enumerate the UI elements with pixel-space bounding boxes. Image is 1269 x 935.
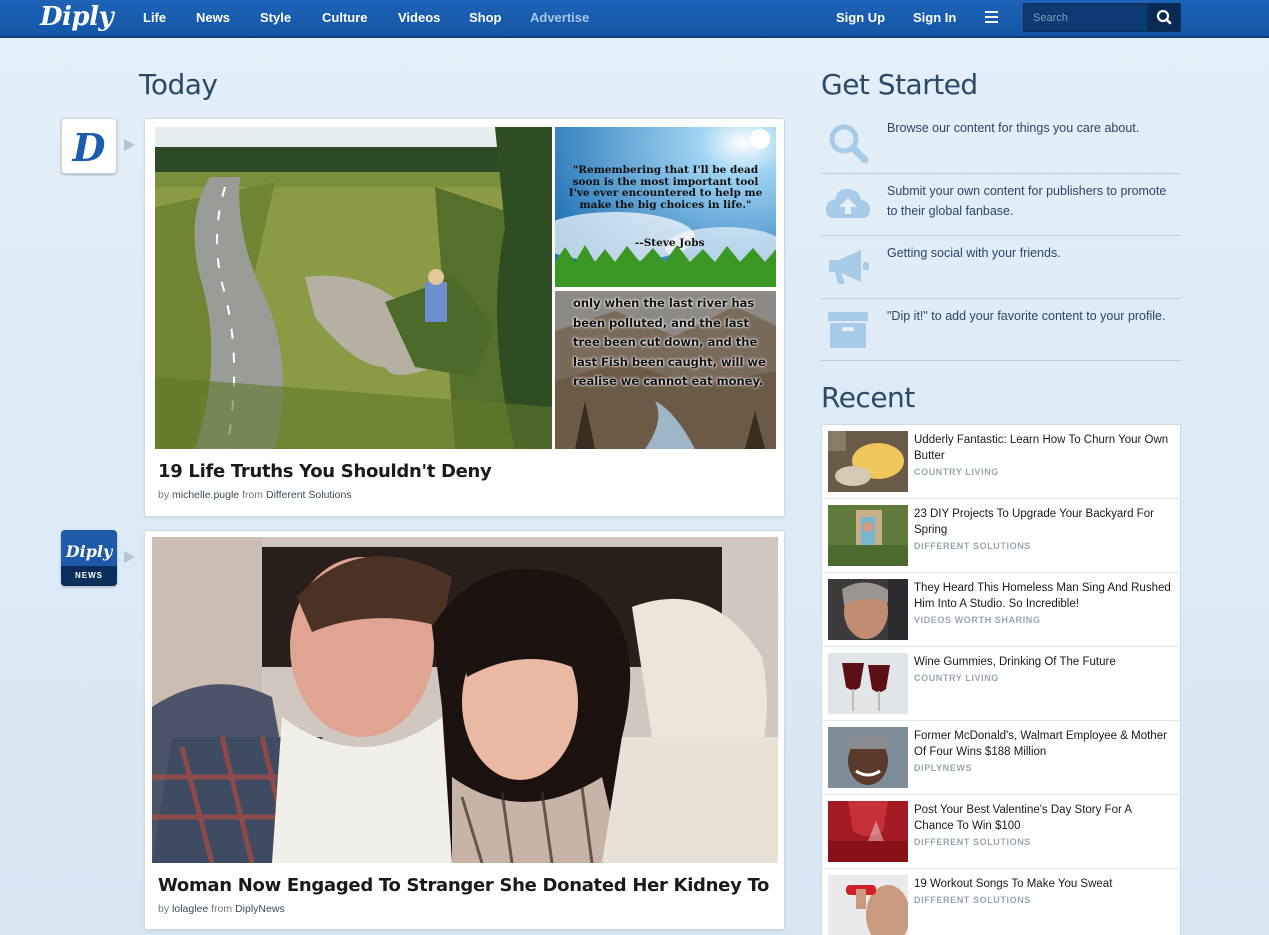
recent-item[interactable]: Wine Gummies, Drinking Of The Future COU… — [822, 647, 1180, 721]
recent-item-title: Udderly Fantastic: Learn How To Churn Yo… — [914, 434, 1169, 462]
recent-item-source: DIFFERENT SOLUTIONS — [914, 837, 1031, 847]
recent-item[interactable]: 19 Workout Songs To Make You Sweat DIFFE… — [822, 869, 1180, 935]
recent-item[interactable]: Udderly Fantastic: Learn How To Churn Yo… — [822, 425, 1180, 499]
recent-item-source: VIDEOS WORTH SHARING — [914, 615, 1041, 625]
get-started-dipit-text: "Dip it!" to add your favorite content t… — [887, 309, 1166, 323]
search-icon — [1156, 9, 1172, 25]
quote-text-jobs: "Remembering that I'll be dead soon is t… — [568, 164, 763, 211]
get-started-dipit[interactable]: "Dip it!" to add your favorite content t… — [821, 299, 1181, 361]
nav-culture[interactable]: Culture — [322, 10, 368, 25]
get-started-heading: Get Started — [821, 68, 978, 101]
get-started-browse[interactable]: Browse our content for things you care a… — [821, 110, 1181, 174]
post-card[interactable]: Woman Now Engaged To Stranger She Donate… — [144, 530, 785, 930]
quote-text-river: only when the last river has been pollut… — [573, 296, 766, 388]
post-image-road[interactable] — [155, 127, 552, 449]
cloud-upload-icon — [825, 188, 870, 218]
post-title[interactable]: Woman Now Engaged To Stranger She Donate… — [158, 875, 769, 896]
avatar-news-label: NEWS — [61, 566, 117, 586]
author-link[interactable]: lolaglee — [172, 903, 208, 915]
byline-from: from — [211, 903, 233, 915]
recent-item[interactable]: Former McDonald's, Walmart Employee & Mo… — [822, 721, 1180, 795]
recent-item-title: 19 Workout Songs To Make You Sweat — [914, 878, 1113, 890]
nav-style[interactable]: Style — [260, 10, 291, 25]
get-started-submit[interactable]: Submit your own content for publishers t… — [821, 174, 1181, 236]
publisher-avatar-different-solutions[interactable]: D — [61, 118, 117, 174]
post-image-jobs-quote[interactable]: "Remembering that I'll be dead soon is t… — [555, 127, 776, 287]
byline-by: by — [158, 489, 170, 501]
recent-item-title: Wine Gummies, Drinking Of The Future — [914, 656, 1116, 668]
quote-author: --Steve Jobs — [635, 237, 705, 249]
search-button[interactable] — [1147, 4, 1180, 31]
recent-heading: Recent — [821, 381, 915, 414]
recent-item-source: DIFFERENT SOLUTIONS — [914, 895, 1031, 905]
get-started-social[interactable]: Getting social with your friends. — [821, 236, 1181, 299]
author-link[interactable]: michelle.pugle — [172, 489, 239, 501]
recent-thumbnail — [828, 653, 908, 714]
recent-item[interactable]: They Heard This Homeless Man Sing And Ru… — [822, 573, 1180, 647]
diply-logo[interactable]: Diply — [40, 2, 114, 32]
recent-item-title: Post Your Best Valentine's Day Story For… — [914, 804, 1132, 832]
get-started-submit-text: Submit your own content for publishers t… — [887, 184, 1167, 218]
search-icon — [829, 124, 869, 164]
avatar-logo-text: Diply — [65, 542, 113, 561]
recent-item-source: DIPLYNEWS — [914, 763, 973, 773]
recent-thumbnail — [828, 727, 908, 788]
get-started-browse-text: Browse our content for things you care a… — [887, 121, 1140, 135]
byline-from: from — [242, 489, 264, 501]
top-nav-bar: Diply Life News Style Culture Videos Sho… — [0, 0, 1269, 38]
archive-box-icon — [828, 312, 868, 348]
recent-item[interactable]: Post Your Best Valentine's Day Story For… — [822, 795, 1180, 869]
get-started-social-text: Getting social with your friends. — [887, 246, 1061, 260]
nav-life[interactable]: Life — [143, 10, 166, 25]
nav-shop[interactable]: Shop — [469, 10, 502, 25]
post-image-couple[interactable] — [152, 537, 778, 863]
recent-thumbnail — [828, 875, 908, 935]
recent-thumbnail — [828, 579, 908, 640]
post-image-river-quote[interactable]: only when the last river has been pollut… — [555, 291, 776, 449]
megaphone-icon — [829, 250, 869, 284]
sign-up-link[interactable]: Sign Up — [836, 10, 885, 25]
hamburger-menu-icon[interactable] — [985, 11, 998, 23]
sign-in-link[interactable]: Sign In — [913, 10, 956, 25]
post-byline: by lolaglee from DiplyNews — [158, 903, 285, 915]
recent-thumbnail — [828, 431, 908, 492]
nav-videos[interactable]: Videos — [398, 10, 440, 25]
recent-item-title: 23 DIY Projects To Upgrade Your Backyard… — [914, 508, 1154, 536]
recent-thumbnail — [828, 505, 908, 566]
nav-news[interactable]: News — [196, 10, 230, 25]
avatar-letter: D — [72, 125, 106, 170]
recent-item[interactable]: 23 DIY Projects To Upgrade Your Backyard… — [822, 499, 1180, 573]
post-byline: by michelle.pugle from Different Solutio… — [158, 489, 352, 501]
recent-item-title: Former McDonald's, Walmart Employee & Mo… — [914, 730, 1167, 758]
search-box — [1023, 3, 1181, 32]
source-link[interactable]: DiplyNews — [235, 903, 285, 915]
recent-item-source: COUNTRY LIVING — [914, 467, 999, 477]
recent-list: Udderly Fantastic: Learn How To Churn Yo… — [821, 424, 1181, 935]
post-title[interactable]: 19 Life Truths You Shouldn't Deny — [158, 461, 492, 482]
publisher-avatar-diplynews[interactable]: Diply NEWS — [61, 530, 117, 586]
post-card[interactable]: "Remembering that I'll be dead soon is t… — [144, 118, 785, 517]
search-input[interactable] — [1024, 4, 1148, 31]
pointer-arrow-icon — [124, 139, 135, 151]
recent-thumbnail — [828, 801, 908, 862]
byline-by: by — [158, 903, 170, 915]
recent-item-source: COUNTRY LIVING — [914, 673, 999, 683]
source-link[interactable]: Different Solutions — [266, 489, 352, 501]
recent-item-title: They Heard This Homeless Man Sing And Ru… — [914, 582, 1171, 610]
today-heading: Today — [139, 68, 218, 101]
pointer-arrow-icon — [124, 551, 135, 563]
recent-item-source: DIFFERENT SOLUTIONS — [914, 541, 1031, 551]
nav-advertise[interactable]: Advertise — [530, 10, 589, 25]
